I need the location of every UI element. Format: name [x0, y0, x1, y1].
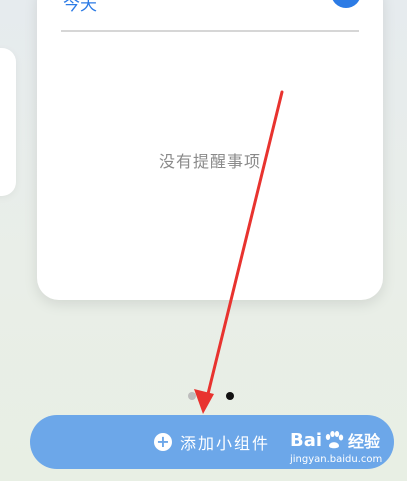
red-arrow-annotation: [194, 90, 284, 414]
